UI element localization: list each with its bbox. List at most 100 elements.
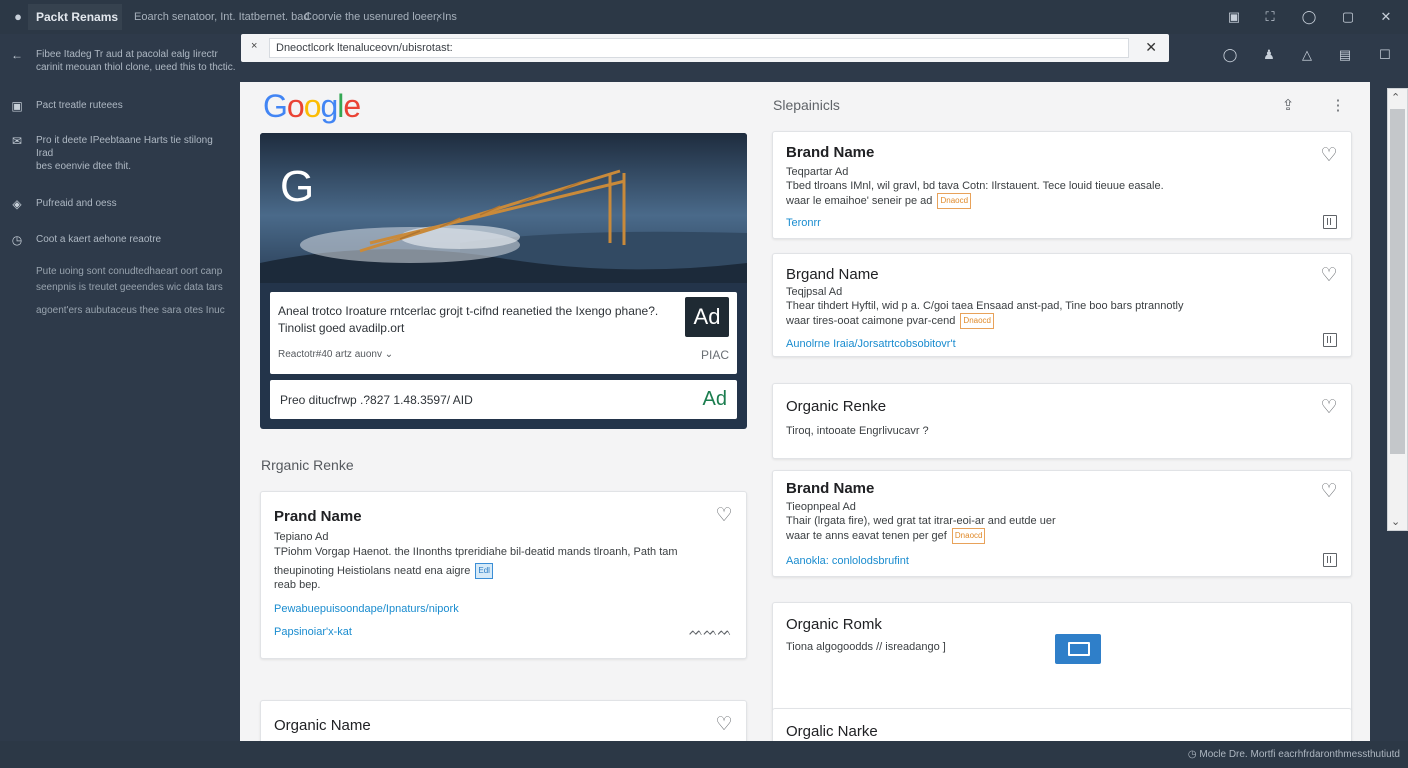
card-title[interactable]: Prand Name <box>274 508 362 525</box>
refresh-icon[interactable]: ◯ <box>1222 47 1238 63</box>
sidebar-item-1-label: Pact treatle ruteees <box>36 100 123 111</box>
trash-icon[interactable] <box>1323 553 1337 567</box>
card-desc-3: reab bep. <box>274 579 321 591</box>
chevron-down-icon[interactable]: ⌄ <box>385 349 393 360</box>
save-icon[interactable]: ▣ <box>1226 9 1242 25</box>
title-text-2: Coorvie the usenured loeer, Ins <box>304 11 457 23</box>
info-icon[interactable]: ◯ <box>1301 9 1317 25</box>
card-title[interactable]: Organic Name <box>274 717 371 734</box>
close-icon[interactable]: ✕ <box>1378 9 1394 25</box>
monitor-button[interactable] <box>1055 634 1101 664</box>
clock-icon: ◷ <box>11 233 23 247</box>
card-title[interactable]: Brand Name <box>786 480 874 497</box>
card-desc-1: TPiohm Vorgap Haenot. the IInonths tprer… <box>274 546 678 558</box>
logo-letter: o <box>286 88 305 124</box>
trash-icon[interactable] <box>1323 333 1337 347</box>
card-desc-2: waar tires-ooat caimone pvar-cend <box>786 314 956 327</box>
logo-letter: o <box>303 88 322 124</box>
card-link[interactable]: Teronrr <box>786 217 821 229</box>
heart-icon[interactable]: ♡ <box>1319 482 1339 502</box>
ad-card-primary[interactable]: Aneal trotco Iroature rntcerlac grojt t-… <box>270 292 737 374</box>
card-title[interactable]: Brand Name <box>786 144 874 161</box>
title-close-small[interactable]: × <box>436 11 442 23</box>
sidebar-item-1[interactable]: ▣ Pact treatle ruteees <box>10 99 246 113</box>
url-input[interactable]: Dneoctlcork ltenaluceovn/ubisrotast: <box>269 38 1129 58</box>
globe-icon: ● <box>14 9 22 24</box>
heart-icon[interactable]: ♡ <box>1319 266 1339 286</box>
ad-badge-dark: Ad <box>685 297 729 337</box>
sidebar-para-1: Pute uoing sont conudtedhaeart oort canp <box>36 266 223 277</box>
card-link-2[interactable]: Papsinoiar'x-kat <box>274 626 352 638</box>
left-panel: ← Fibee Itadeg Tr aud at pacolal ealg Ii… <box>0 34 240 741</box>
expand-icon[interactable]: ⛶ <box>1262 9 1278 25</box>
sidebar-para-3: agoent'ers aubutaceus thee sara otes Inu… <box>36 305 225 316</box>
ad-primary-sub: Reactotr#40 artz auonv <box>278 349 382 360</box>
url-close-left-icon[interactable]: × <box>251 40 257 52</box>
logo-letter: g <box>320 88 338 124</box>
result-card-right-1[interactable]: Brand Name ♡ Teqpartar Ad Tbed tlroans I… <box>772 131 1352 239</box>
trash-icon[interactable] <box>1323 215 1337 229</box>
card-desc-1: Thair (lrgata fire), wed grat tat itrar-… <box>786 515 1056 527</box>
back-item[interactable]: ← Fibee Itadeg Tr aud at pacolal ealg Ii… <box>10 48 246 74</box>
card-sub: Teqjpsal Ad <box>786 286 843 298</box>
result-card-left[interactable]: Prand Name ♡ Tepiano Ad TPiohm Vorgap Ha… <box>260 491 747 659</box>
heart-icon[interactable]: ♡ <box>1319 146 1339 166</box>
sidebar-item-2-line-3: bes eoenvie dtee thit. <box>36 161 132 172</box>
result-card-right-6[interactable]: Orgalic Narke <box>772 708 1352 741</box>
scroll-down-icon[interactable]: ⌄ <box>1391 515 1400 528</box>
share-icon[interactable]: ⇪ <box>1280 96 1296 114</box>
card-title[interactable]: Organic Romk <box>786 616 882 633</box>
result-card-right-2[interactable]: Brgand Name ♡ Teqjpsal Ad Thear tihdert … <box>772 253 1352 357</box>
square-icon[interactable]: ☐ <box>1377 47 1393 63</box>
card-link[interactable]: Aanokla: conlolodsbrufint <box>786 555 909 567</box>
card-sub: Tieopnpeal Ad <box>786 501 856 513</box>
card-link[interactable]: Aunolrne Iraia/Jorsatrtcobsobitovr't <box>786 338 956 350</box>
bookmark-icon[interactable]: ▤ <box>1337 47 1353 63</box>
window-icon[interactable]: ▢ <box>1340 9 1356 25</box>
card-title[interactable]: Organic Renke <box>786 398 886 415</box>
card-title[interactable]: Orgalic Narke <box>786 723 878 740</box>
heart-icon[interactable]: ♡ <box>714 506 734 526</box>
ad-badge-green: Ad <box>702 388 727 410</box>
dashboard-icon: ▣ <box>11 99 23 113</box>
card-tag: Dnaocd <box>937 193 972 209</box>
ad-primary-text: Aneal trotco Iroature rntcerlac grojt t-… <box>278 304 659 335</box>
card-link-1[interactable]: Pewabuepuisoondape/Ipnaturs/nipork <box>274 603 459 615</box>
right-column-header: Slepainicls <box>773 97 840 113</box>
result-card-right-3[interactable]: Organic Renke ♡ Tiroq, intooate Engrlivu… <box>772 383 1352 459</box>
url-close-right-icon[interactable]: ✕ <box>1145 39 1157 56</box>
heart-icon[interactable]: ♡ <box>714 715 734 735</box>
back-line-1: Fibee Itadeg Tr aud at pacolal ealg Iire… <box>36 49 218 60</box>
sidebar-item-2-line-2: Irad <box>36 148 54 159</box>
cube-icon: ◈ <box>12 197 22 211</box>
card-title[interactable]: Brgand Name <box>786 266 879 283</box>
card-tag: Edl <box>475 563 493 579</box>
google-logo[interactable]: Google <box>263 88 361 125</box>
hero-image[interactable]: G <box>260 133 747 283</box>
scroll-up-icon[interactable]: ⌃ <box>1391 91 1400 104</box>
organic-section-label: Rrganic Renke <box>261 457 354 473</box>
card-desc-1: Thear tihdert Hyftil, wid p a. C/goi tae… <box>786 300 1184 312</box>
status-info-icon: ◷ <box>1187 749 1197 760</box>
person-icon[interactable]: ♟ <box>1261 47 1277 63</box>
main-window: Google G Aneal trotco Iroature rntcerlac… <box>240 82 1370 741</box>
scroll-thumb[interactable] <box>1390 109 1405 454</box>
heart-icon[interactable]: ♡ <box>1319 398 1339 418</box>
result-card-left-2[interactable]: Organic Name ♡ <box>260 700 747 741</box>
card-desc-2: waar le emaihoe' seneir pe ad <box>786 194 933 207</box>
ad-code: PIAC <box>700 348 729 362</box>
status-bar: ◷ Mocle Dre. Mortfi eacrhfrdaronthmessth… <box>0 741 1408 768</box>
back-arrow-icon[interactable]: ← <box>10 48 24 62</box>
title-text-1: Eoarch senatoor, Int. Itatbernet. bad <box>134 11 310 23</box>
scrollbar[interactable]: ⌃ ⌄ <box>1387 88 1408 531</box>
result-card-right-4[interactable]: Brand Name ♡ Tieopnpeal Ad Thair (lrgata… <box>772 470 1352 577</box>
warning-icon[interactable]: △ <box>1299 47 1315 63</box>
logo-letter: G <box>263 88 288 124</box>
sidebar-item-4[interactable]: ◷ Coot a kaert aehone reaotre <box>10 233 246 247</box>
sidebar-item-2[interactable]: ✉ Pro it deete IPeebtaane Harts tie stil… <box>10 134 246 173</box>
more-options-icon[interactable]: ⋮ <box>1330 96 1346 114</box>
ad-card-secondary[interactable]: Preo ditucfrwp .?827 1.48.3597/ AID Ad <box>270 380 737 419</box>
sidebar-item-3[interactable]: ◈ Pufreaid and oess <box>10 197 246 211</box>
mail-icon: ✉ <box>11 134 23 148</box>
card-desc-1: Tiroq, intooate Engrlivucavr ? <box>786 425 929 437</box>
